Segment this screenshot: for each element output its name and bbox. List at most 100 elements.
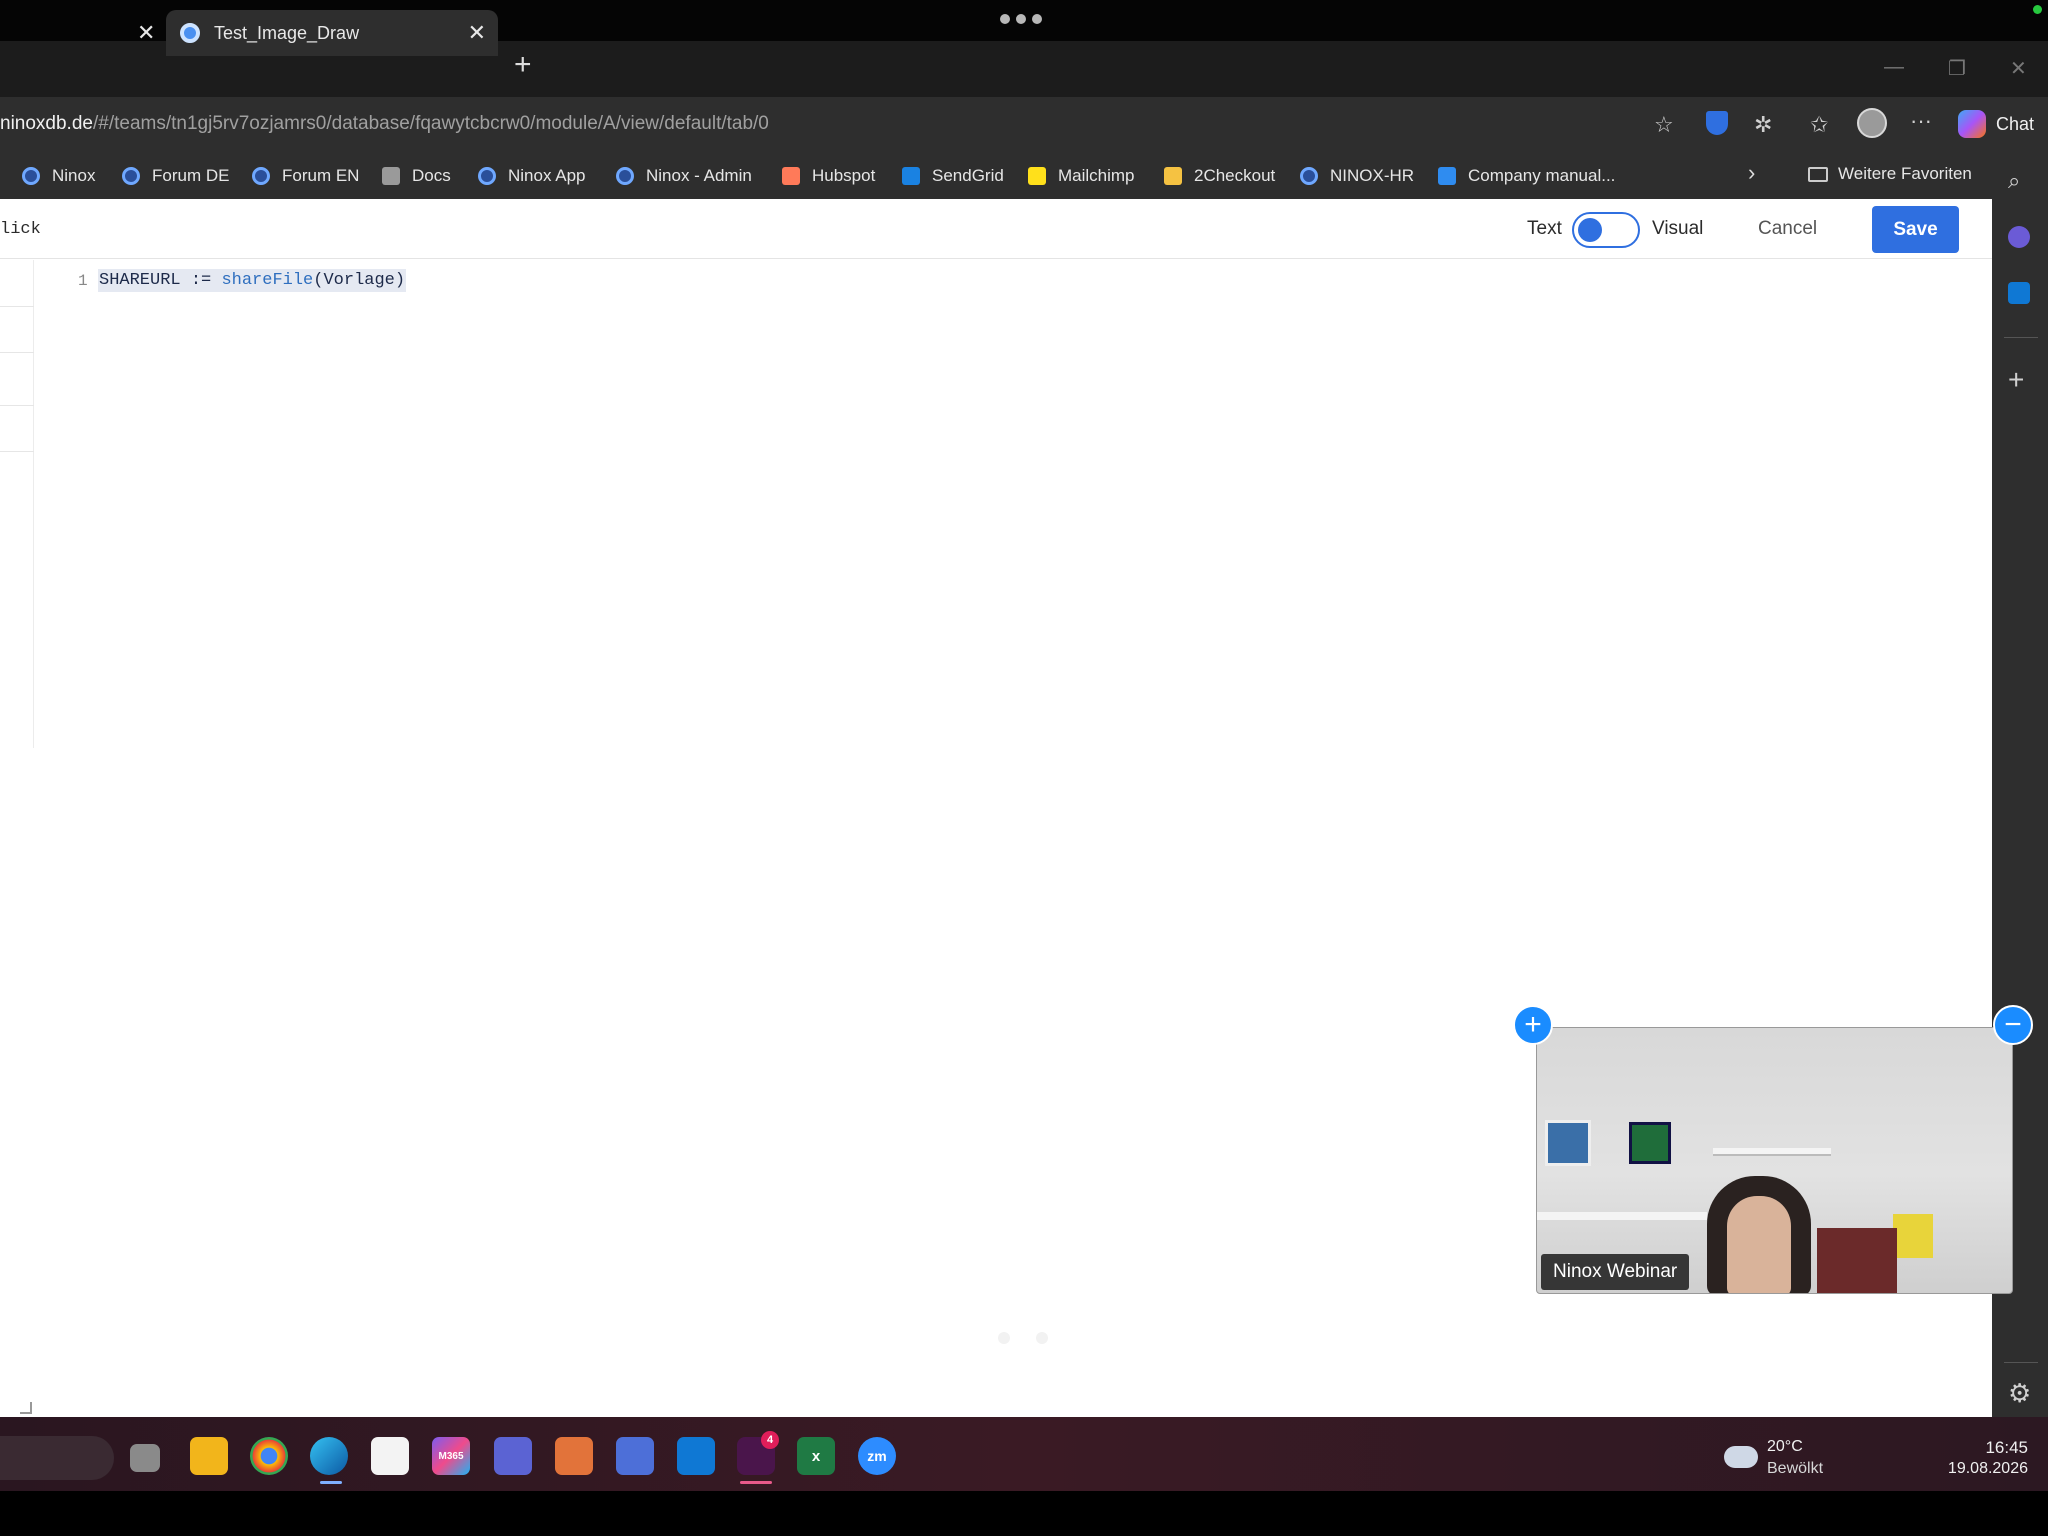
- file-explorer-icon[interactable]: [190, 1437, 228, 1475]
- new-tab-icon[interactable]: +: [514, 50, 532, 80]
- bookmark-forum-en[interactable]: Forum EN: [252, 164, 359, 188]
- wall-picture: [1893, 1214, 1933, 1258]
- folder-icon: [1808, 166, 1828, 182]
- bitwarden-icon[interactable]: [1706, 111, 1728, 135]
- close-window-icon[interactable]: ✕: [2010, 56, 2027, 81]
- outlook-icon[interactable]: [677, 1437, 715, 1475]
- hubspot-icon: [782, 167, 800, 185]
- restore-icon[interactable]: ❐: [1948, 56, 1966, 81]
- chevron-right-icon[interactable]: ›: [1748, 160, 1755, 186]
- bookmark-label: Mailchimp: [1058, 166, 1135, 185]
- calendar-icon[interactable]: [616, 1437, 654, 1475]
- bookmark-label: 2Checkout: [1194, 166, 1276, 185]
- pagination-dots: [998, 1332, 1048, 1344]
- chair: [1817, 1228, 1897, 1293]
- active-indicator: [740, 1481, 772, 1484]
- teams-icon[interactable]: [494, 1437, 532, 1475]
- ninox-icon: [22, 167, 40, 185]
- bookmark-label: SendGrid: [932, 166, 1004, 185]
- favorites-icon[interactable]: ✩: [1810, 112, 1828, 138]
- zoom-in-icon[interactable]: +: [1513, 1005, 1553, 1045]
- bookmark-label: Forum EN: [282, 166, 360, 185]
- docs-icon: [382, 167, 400, 185]
- cancel-button[interactable]: Cancel: [1758, 218, 1817, 240]
- bookmark-2checkout[interactable]: 2Checkout: [1164, 164, 1275, 188]
- slack-badge: 4: [761, 1431, 779, 1449]
- resize-handle-icon[interactable]: [20, 1402, 32, 1414]
- divider: [0, 306, 34, 307]
- wall-shelf: [1713, 1148, 1831, 1156]
- ninox-icon: [252, 167, 270, 185]
- more-menu-icon[interactable]: ···: [1910, 108, 1932, 134]
- bookmark-hubspot[interactable]: Hubspot: [782, 164, 875, 188]
- ninox-icon: [1300, 167, 1318, 185]
- excel-icon[interactable]: x: [797, 1437, 835, 1475]
- divider: [0, 405, 34, 406]
- cloud-icon: [1724, 1446, 1758, 1468]
- bookmark-label: Ninox - Admin: [646, 166, 752, 185]
- copilot-sidebar-icon[interactable]: [2008, 226, 2030, 248]
- code-editor-line[interactable]: SHAREURL := shareFile(Vorlage): [98, 269, 407, 292]
- ninox-icon: [478, 167, 496, 185]
- close-tab-icon[interactable]: ✕: [468, 20, 486, 46]
- status-dot-icon: [2033, 5, 2042, 14]
- code-variable: SHAREURL: [99, 271, 181, 290]
- ninox-icon: [616, 167, 634, 185]
- zoom-out-icon[interactable]: −: [1993, 1005, 2033, 1045]
- slack-icon[interactable]: 4: [737, 1431, 779, 1475]
- chrome-icon[interactable]: [250, 1437, 288, 1475]
- gear-icon[interactable]: ⚙: [2008, 1378, 2031, 1409]
- excel-label: x: [811, 1447, 821, 1465]
- bookmark-ninox-app[interactable]: Ninox App: [478, 164, 586, 188]
- save-button[interactable]: Save: [1872, 206, 1959, 253]
- bookmark-label: Forum DE: [152, 166, 230, 185]
- bookmark-sendgrid[interactable]: SendGrid: [902, 164, 1004, 188]
- zoom-icon[interactable]: zm: [858, 1437, 896, 1475]
- divider: [0, 451, 34, 452]
- clock-date[interactable]: 19.08.2026: [1938, 1460, 2028, 1478]
- favorite-star-icon[interactable]: ☆: [1654, 112, 1674, 138]
- address-bar[interactable]: ninoxdb.de/#/teams/tn1gj5rv7ozjamrs0/dat…: [0, 113, 769, 135]
- chat-button[interactable]: Chat: [1996, 114, 2034, 135]
- wall-picture: [1545, 1120, 1591, 1166]
- visual-mode-label: Visual: [1652, 218, 1704, 239]
- bookmark-label: Ninox: [52, 166, 96, 185]
- text-visual-toggle[interactable]: [1572, 212, 1640, 248]
- bookmark-ninox-hr[interactable]: NINOX-HR: [1300, 164, 1414, 188]
- copilot-icon[interactable]: [1958, 110, 1986, 138]
- bookmark-company-manual[interactable]: Company manual...: [1438, 164, 1615, 188]
- bookmark-label: Docs: [412, 166, 451, 185]
- profile-avatar[interactable]: [1857, 108, 1887, 138]
- bookmark-ninox[interactable]: Ninox: [22, 164, 95, 188]
- window-options-icon[interactable]: [1000, 14, 1042, 24]
- add-sidebar-icon[interactable]: +: [2008, 364, 2024, 396]
- more-favorites-folder[interactable]: Weitere Favoriten: [1808, 164, 1972, 184]
- weather-temperature[interactable]: 20°C: [1767, 1438, 1803, 1456]
- taskbar-search[interactable]: [0, 1436, 114, 1480]
- task-view-icon[interactable]: [130, 1444, 160, 1472]
- ninox-favicon-icon: [180, 23, 200, 43]
- text-mode-label: Text: [1527, 218, 1562, 239]
- tab-previous[interactable]: ✕: [0, 10, 166, 56]
- bookmark-docs[interactable]: Docs: [382, 164, 451, 188]
- bookmark-label: Hubspot: [812, 166, 876, 185]
- code-args: (Vorlage): [313, 271, 406, 290]
- outlook-sidebar-icon[interactable]: [2008, 282, 2030, 304]
- toggle-knob: [1578, 218, 1602, 242]
- bookmark-forum-de[interactable]: Forum DE: [122, 164, 229, 188]
- divider: [0, 352, 34, 353]
- extensions-icon[interactable]: ✲: [1754, 112, 1772, 138]
- m365-icon[interactable]: M365: [432, 1437, 470, 1475]
- close-tab-icon[interactable]: ✕: [137, 20, 155, 46]
- code-operator: :=: [180, 271, 222, 290]
- bookmark-ninox-admin[interactable]: Ninox - Admin: [616, 164, 752, 188]
- weather-condition[interactable]: Bewölkt: [1767, 1460, 1823, 1478]
- store-icon[interactable]: [371, 1437, 409, 1475]
- search-icon[interactable]: ⌕: [2008, 168, 2020, 194]
- minimize-icon[interactable]: —: [1884, 56, 1904, 79]
- slides-icon[interactable]: [555, 1437, 593, 1475]
- tab-active[interactable]: Test_Image_Draw ✕: [166, 10, 498, 56]
- edge-icon[interactable]: [310, 1437, 348, 1475]
- bookmark-mailchimp[interactable]: Mailchimp: [1028, 164, 1135, 188]
- clock-time[interactable]: 16:45: [1952, 1438, 2028, 1458]
